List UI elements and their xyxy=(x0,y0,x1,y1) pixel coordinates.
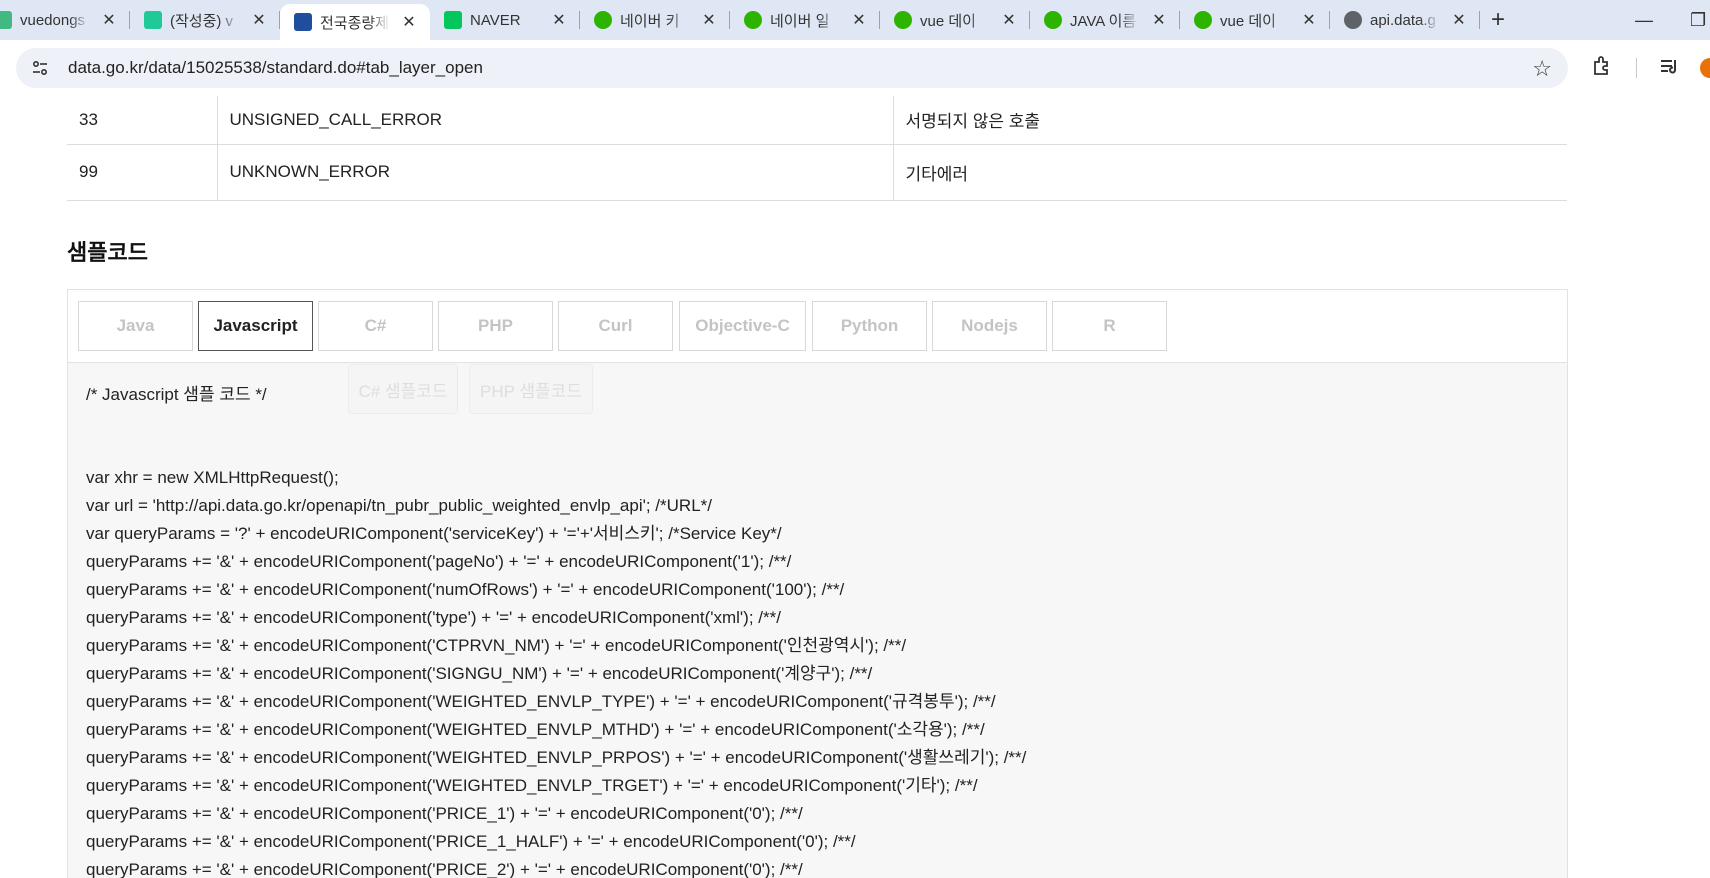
browser-tab-title: 네이버 일 xyxy=(770,12,830,30)
url-text[interactable]: data.go.kr/data/15025538/standard.do#tab… xyxy=(68,58,483,78)
browser-tab-title: 전국종량제 xyxy=(320,14,390,32)
globe-icon xyxy=(1344,11,1362,29)
error-name-cell: UNSIGNED_CALL_ERROR xyxy=(217,96,894,145)
close-tab-icon[interactable]: ✕ xyxy=(850,10,868,30)
browser-tab[interactable]: 네이버 키 ✕ xyxy=(580,0,730,40)
csharp-sample-button[interactable]: C# 샘플코드 xyxy=(348,364,458,414)
browser-tab[interactable]: vuedongs ✕ xyxy=(0,0,130,40)
browser-tab[interactable]: NAVER ✕ xyxy=(430,0,580,40)
language-tab-nodejs[interactable]: Nodejs xyxy=(932,301,1047,351)
code-line: queryParams += '&' + encodeURIComponent(… xyxy=(86,832,856,851)
browser-tab[interactable]: 네이버 일 ✕ xyxy=(730,0,880,40)
error-code-table: 33 UNSIGNED_CALL_ERROR 서명되지 않은 호출 99 UNKNOWN… xyxy=(67,96,1567,201)
browser-tab-title: vuedongs xyxy=(20,11,86,29)
browser-tab-title: JAVA 이름 xyxy=(1070,12,1137,30)
close-tab-icon[interactable]: ✕ xyxy=(1000,10,1018,30)
close-tab-icon[interactable]: ✕ xyxy=(1450,10,1468,30)
error-desc-cell: 기타에러 xyxy=(893,144,1567,201)
table-row: 33 UNSIGNED_CALL_ERROR 서명되지 않은 호출 xyxy=(67,96,1567,145)
code-line: queryParams += '&' + encodeURIComponent(… xyxy=(86,636,907,655)
code-line: queryParams += '&' + encodeURIComponent(… xyxy=(86,804,803,823)
browser-tab-title: vue 데이 xyxy=(920,12,976,30)
code-line: queryParams += '&' + encodeURIComponent(… xyxy=(86,860,803,878)
media-control-icon[interactable] xyxy=(1658,54,1682,84)
minimize-icon[interactable]: — xyxy=(1635,0,1653,40)
language-tab-objective-c[interactable]: Objective-C xyxy=(679,301,806,351)
browser-toolbar: data.go.kr/data/15025538/standard.do#tab… xyxy=(0,40,1710,96)
code-line: queryParams += '&' + encodeURIComponent(… xyxy=(86,776,978,795)
bell-icon xyxy=(744,11,762,29)
close-tab-icon[interactable]: ✕ xyxy=(100,10,118,30)
v-icon xyxy=(0,11,12,29)
velog-icon xyxy=(144,11,162,29)
code-line: queryParams += '&' + encodeURIComponent(… xyxy=(86,720,985,739)
language-tab-bar: Java Javascript C# PHP Curl Objective-C Python… xyxy=(68,290,1567,363)
close-tab-icon[interactable]: ✕ xyxy=(1150,10,1168,30)
data-go-kr-icon xyxy=(294,13,312,31)
cup-icon xyxy=(1044,11,1062,29)
error-code-cell: 33 xyxy=(67,96,218,145)
code-line: queryParams += '&' + encodeURIComponent(… xyxy=(86,664,873,683)
code-line: var xhr = new XMLHttpRequest(); xyxy=(86,468,339,487)
cup-icon xyxy=(594,11,612,29)
language-tab-php[interactable]: PHP xyxy=(438,301,553,351)
close-tab-icon[interactable]: ✕ xyxy=(700,10,718,30)
site-info-icon[interactable] xyxy=(28,56,52,80)
sample-code-panel: Java Javascript C# PHP Curl Objective-C Python… xyxy=(67,289,1568,878)
browser-tab-title: api.data.g xyxy=(1370,11,1436,29)
code-line: queryParams += '&' + encodeURIComponent(… xyxy=(86,552,792,571)
close-tab-icon[interactable]: ✕ xyxy=(250,10,268,30)
language-tab-c-[interactable]: C# xyxy=(318,301,433,351)
browser-tab[interactable]: JAVA 이름 ✕ xyxy=(1030,0,1180,40)
code-block: var xhr = new XMLHttpRequest(); var url =… xyxy=(86,464,1546,878)
code-comment: /* Javascript 샘플 코드 */ xyxy=(86,385,267,404)
new-tab-button[interactable]: + xyxy=(1480,0,1516,40)
browser-tab[interactable]: (작성중) v ✕ xyxy=(130,0,280,40)
cup-icon xyxy=(894,11,912,29)
language-tab-java[interactable]: Java xyxy=(78,301,193,351)
error-code-cell: 99 xyxy=(67,144,218,201)
code-line: queryParams += '&' + encodeURIComponent(… xyxy=(86,608,781,627)
browser-tab-strip: vuedongs ✕ (작성중) v ✕ 전국종량제 ✕ NAVER ✕ 네이버 키 ✕ 네이버 일… xyxy=(0,0,1710,40)
browser-tab-title: 네이버 키 xyxy=(620,12,680,30)
address-bar[interactable]: data.go.kr/data/15025538/standard.do#tab… xyxy=(16,48,1568,88)
browser-tab[interactable]: api.data.g ✕ xyxy=(1330,0,1480,40)
language-tab-r[interactable]: R xyxy=(1052,301,1167,351)
close-tab-icon[interactable]: ✕ xyxy=(400,12,418,32)
code-line: queryParams += '&' + encodeURIComponent(… xyxy=(86,692,996,711)
browser-tab[interactable]: vue 데이 ✕ xyxy=(880,0,1030,40)
code-line: var queryParams = '?' + encodeURICompone… xyxy=(86,524,782,543)
browser-tab-title: vue 데이 xyxy=(1220,12,1276,30)
browser-tab[interactable]: 전국종량제 ✕ xyxy=(280,4,430,40)
language-tab-python[interactable]: Python xyxy=(812,301,927,351)
browser-tab-title: NAVER xyxy=(470,11,521,29)
close-tab-icon[interactable]: ✕ xyxy=(1300,10,1318,30)
php-sample-button[interactable]: PHP 샘플코드 xyxy=(469,364,593,414)
browser-tab-title: (작성중) v xyxy=(170,12,234,30)
error-desc-cell: 서명되지 않은 호출 xyxy=(893,96,1567,145)
restore-icon[interactable]: ❐ xyxy=(1690,0,1706,40)
code-line: var url = 'http://api.data.go.kr/openapi… xyxy=(86,496,712,515)
toolbar-divider xyxy=(1636,58,1637,78)
bookmark-star-icon[interactable]: ☆ xyxy=(1532,56,1552,82)
page-content: 33 UNSIGNED_CALL_ERROR 서명되지 않은 호출 99 UNKNOWN… xyxy=(0,96,1710,878)
sample-code-title: 샘플코드 xyxy=(67,240,148,265)
code-line: queryParams += '&' + encodeURIComponent(… xyxy=(86,748,1027,767)
close-tab-icon[interactable]: ✕ xyxy=(550,10,568,30)
cup-icon xyxy=(1194,11,1212,29)
tab-separator xyxy=(1479,11,1480,29)
code-line: queryParams += '&' + encodeURIComponent(… xyxy=(86,580,845,599)
language-tab-javascript[interactable]: Javascript xyxy=(198,301,313,351)
naver-icon xyxy=(444,11,462,29)
profile-avatar[interactable] xyxy=(1700,58,1710,78)
language-tab-curl[interactable]: Curl xyxy=(558,301,673,351)
error-name-cell: UNKNOWN_ERROR xyxy=(217,144,894,201)
extensions-icon[interactable] xyxy=(1590,54,1614,84)
browser-tab[interactable]: vue 데이 ✕ xyxy=(1180,0,1330,40)
table-row: 99 UNKNOWN_ERROR 기타에러 xyxy=(67,144,1567,201)
